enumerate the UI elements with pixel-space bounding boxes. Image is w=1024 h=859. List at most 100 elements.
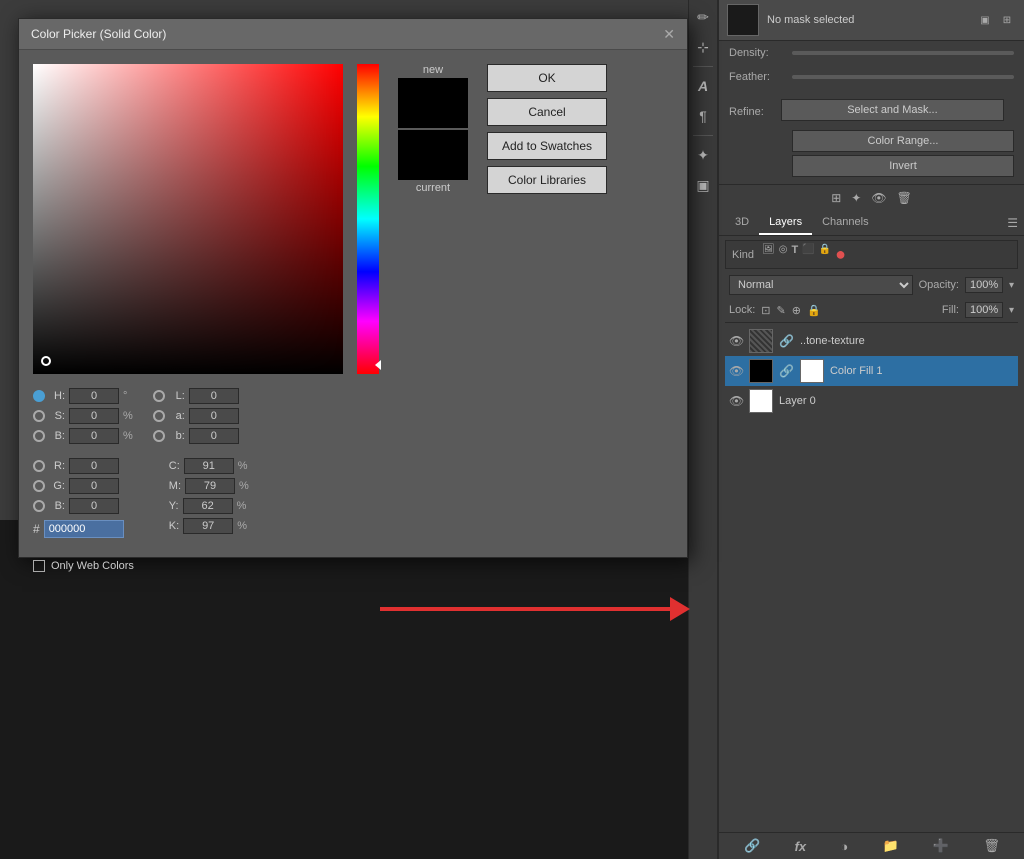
pen-tool-icon[interactable]: ✏	[692, 6, 714, 28]
h-radio[interactable]	[33, 390, 45, 402]
opacity-dropdown-icon[interactable]: ▾	[1009, 280, 1014, 291]
l-radio[interactable]	[153, 390, 165, 402]
tab-layers[interactable]: Layers	[759, 211, 812, 235]
adjustment-layer-icon[interactable]: ◑	[840, 839, 848, 854]
layer-name: Layer 0	[779, 395, 1014, 407]
hex-input[interactable]	[44, 520, 124, 538]
opacity-value[interactable]: 100%	[965, 277, 1003, 293]
r-radio[interactable]	[33, 460, 45, 472]
k-input-row: K: %	[153, 518, 249, 534]
b2-input[interactable]	[69, 498, 119, 514]
trash-icon[interactable]: 🗑	[897, 191, 912, 205]
kind-shape-icon[interactable]: ⬛	[802, 244, 814, 265]
mask-icon-2[interactable]: ⊞	[998, 11, 1016, 29]
ok-button[interactable]: OK	[487, 64, 607, 92]
k-label: K:	[169, 520, 179, 532]
mask-icon-1[interactable]: ▣	[976, 11, 994, 29]
layer-row[interactable]: 👁 Layer 0	[725, 386, 1018, 416]
star-icon[interactable]: ✦	[851, 191, 861, 205]
cursor-tool-icon[interactable]: ⊹	[692, 36, 714, 58]
mask-tool-icon[interactable]: ▣	[692, 174, 714, 196]
a-radio[interactable]	[153, 410, 165, 422]
mask-icons: ▣ ⊞	[976, 11, 1016, 29]
color-gradient-field[interactable]	[33, 64, 343, 374]
dialog-titlebar: Color Picker (Solid Color) ✕	[19, 19, 687, 50]
g-radio[interactable]	[33, 480, 45, 492]
group-icon[interactable]: 📁	[882, 838, 898, 854]
lock-move-icon[interactable]: ⊕	[792, 304, 801, 317]
fx-icon[interactable]: fx	[795, 839, 807, 854]
color-libraries-button[interactable]: Color Libraries	[487, 166, 607, 194]
y-input[interactable]	[183, 498, 233, 514]
b2-radio[interactable]	[33, 500, 45, 512]
grid-icon[interactable]: ⊞	[831, 191, 841, 205]
k-input[interactable]	[183, 518, 233, 534]
lock-pixels-icon[interactable]: ⊡	[761, 304, 770, 317]
l-input-row: L:	[153, 388, 249, 404]
layer-link-icon[interactable]: 🔗	[779, 334, 794, 348]
cancel-button[interactable]: Cancel	[487, 98, 607, 126]
b-radio[interactable]	[33, 430, 45, 442]
add-to-swatches-button[interactable]: Add to Swatches	[487, 132, 607, 160]
blend-mode-row: Normal Opacity: 100% ▾	[725, 273, 1018, 297]
color-field-picker[interactable]	[41, 356, 51, 366]
kind-text-icon[interactable]: T	[791, 244, 798, 265]
kind-adjust-icon[interactable]: ◎	[779, 244, 788, 265]
refine-label: Refine:	[729, 106, 773, 118]
b-lab-radio[interactable]	[153, 430, 165, 442]
lock-position-icon[interactable]: ✎	[777, 304, 786, 317]
lock-all-icon[interactable]: 🔒	[807, 304, 821, 317]
paragraph-tool-icon[interactable]: ¶	[692, 105, 714, 127]
delete-layer-icon[interactable]: 🗑	[983, 838, 1000, 854]
s-input[interactable]	[69, 408, 119, 424]
r-input[interactable]	[69, 458, 119, 474]
link-layers-icon[interactable]: 🔗	[744, 838, 760, 854]
layer-link-icon[interactable]: 🔗	[779, 364, 794, 378]
lock-row: Lock: ⊡ ✎ ⊕ 🔒 Fill: 100% ▾	[725, 300, 1018, 323]
buttons-section: OK Cancel Add to Swatches Color Librarie…	[487, 64, 673, 374]
kind-dot-icon[interactable]: ●	[835, 244, 846, 265]
toolbar-separator-1	[693, 66, 713, 67]
color-inputs: H: ° S: % B: % R:	[19, 388, 687, 552]
color-range-button[interactable]: Color Range...	[792, 130, 1014, 152]
kind-image-icon[interactable]: 🖼	[762, 244, 775, 265]
invert-button[interactable]: Invert	[792, 155, 1014, 177]
tab-channels[interactable]: Channels	[812, 211, 878, 235]
mask-header: No mask selected ▣ ⊞	[719, 0, 1024, 41]
hue-slider[interactable]	[357, 64, 379, 374]
color-picker-dialog: Color Picker (Solid Color) ✕ new current…	[18, 18, 688, 558]
layer-eye-icon[interactable]: 👁	[729, 334, 743, 348]
fill-value[interactable]: 100%	[965, 302, 1003, 318]
b-lab-input[interactable]	[189, 428, 239, 444]
blend-mode-select[interactable]: Normal	[729, 275, 913, 295]
fill-dropdown-icon[interactable]: ▾	[1009, 305, 1014, 316]
fill-label: Fill:	[942, 304, 959, 316]
h-input[interactable]	[69, 388, 119, 404]
new-layer-icon[interactable]: ➕	[933, 838, 949, 854]
text-tool-icon[interactable]: A	[692, 75, 714, 97]
feather-slider[interactable]	[792, 75, 1014, 79]
b-input[interactable]	[69, 428, 119, 444]
dialog-close-button[interactable]: ✕	[663, 27, 675, 41]
tab-3d[interactable]: 3D	[725, 211, 759, 235]
webcol-checkbox[interactable]	[33, 560, 45, 572]
m-input[interactable]	[185, 478, 235, 494]
g-input[interactable]	[69, 478, 119, 494]
s-radio[interactable]	[33, 410, 45, 422]
layer-row[interactable]: 👁 🔗 Color Fill 1	[725, 356, 1018, 386]
shape-tool-icon[interactable]: ✦	[692, 144, 714, 166]
tab-menu-icon[interactable]: ☰	[1007, 216, 1018, 230]
layer-eye-icon[interactable]: 👁	[729, 364, 743, 378]
layer-eye-icon[interactable]: 👁	[729, 394, 743, 408]
select-mask-button[interactable]: Select and Mask...	[781, 99, 1004, 121]
m-unit: %	[239, 480, 249, 492]
c-input[interactable]	[184, 458, 234, 474]
kind-smart-icon[interactable]: 🔒	[819, 244, 831, 265]
a-input[interactable]	[189, 408, 239, 424]
layer-row[interactable]: 👁 🔗 ..tone-texture	[725, 326, 1018, 356]
l-input[interactable]	[189, 388, 239, 404]
color-inputs-right: L: a: b: C: % M	[153, 388, 249, 538]
density-slider[interactable]	[792, 51, 1014, 55]
eye-icon[interactable]: 👁	[871, 191, 886, 205]
s-input-row: S: %	[33, 408, 133, 424]
